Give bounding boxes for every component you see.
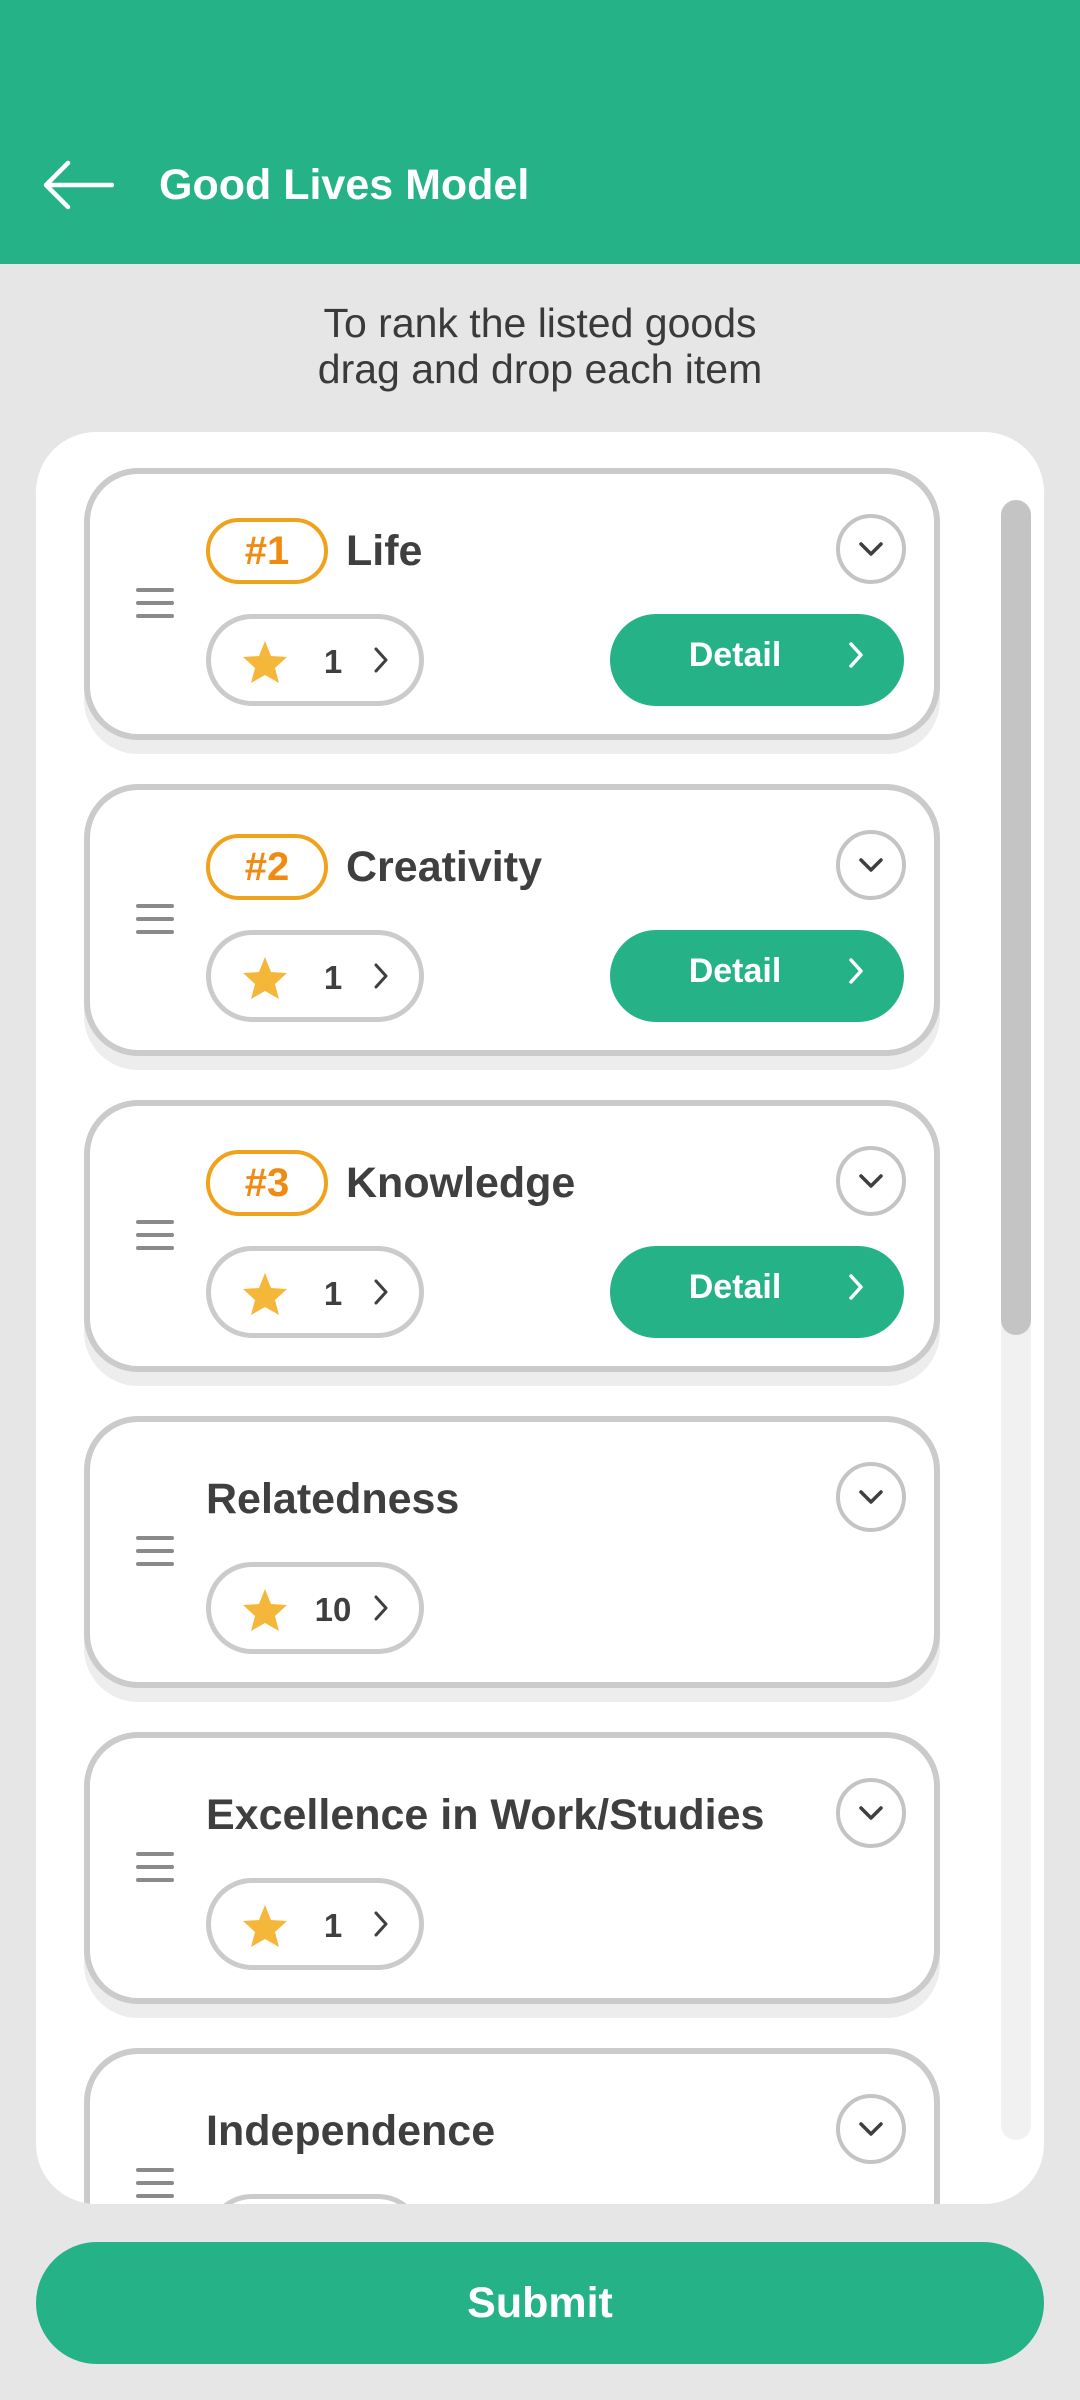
- detail-button-label: Detail: [688, 1268, 782, 1306]
- scrollbar[interactable]: [1001, 500, 1031, 2140]
- importance-value: 10: [314, 1591, 352, 1628]
- goods-card-relatedness[interactable]: Relatedness 10: [84, 1416, 940, 1688]
- expand-button[interactable]: [836, 830, 906, 900]
- detail-button[interactable]: Detail: [610, 930, 904, 1022]
- star-icon: [243, 1905, 287, 1947]
- chevron-down-icon: [859, 1806, 883, 1820]
- importance-rating-button[interactable]: 1: [206, 930, 424, 1022]
- detail-button[interactable]: Detail: [610, 614, 904, 706]
- importance-rating-button[interactable]: 1: [206, 1246, 424, 1338]
- star-icon: [243, 641, 287, 683]
- star-icon: [243, 1589, 287, 1631]
- scrollbar-thumb[interactable]: [1001, 500, 1031, 1335]
- chevron-right-icon: [374, 647, 388, 673]
- chevron-right-icon: [849, 958, 863, 984]
- goods-card-independence[interactable]: Independence: [84, 2048, 940, 2204]
- rank-badge: #2: [206, 834, 328, 900]
- goods-card-life[interactable]: #1 Life 1 Detail: [84, 468, 940, 740]
- rank-badge: #3: [206, 1150, 328, 1216]
- drag-handle-icon[interactable]: [136, 1536, 174, 1566]
- chevron-right-icon: [374, 963, 388, 989]
- star-icon: [243, 957, 287, 999]
- chevron-right-icon: [849, 642, 863, 668]
- drag-handle-icon[interactable]: [136, 904, 174, 934]
- goods-card-knowledge[interactable]: #3 Knowledge 1 Detail: [84, 1100, 940, 1372]
- importance-rating-button[interactable]: [206, 2194, 424, 2204]
- instruction-line-1: To rank the listed goods: [323, 300, 757, 346]
- importance-rating-button[interactable]: 1: [206, 1878, 424, 1970]
- importance-value: 1: [323, 643, 343, 680]
- expand-button[interactable]: [836, 2094, 906, 2164]
- goods-card-excellence[interactable]: Excellence in Work/Studies 1: [84, 1732, 940, 2004]
- back-button[interactable]: [40, 150, 116, 220]
- app-bar: Good Lives Model: [0, 0, 1080, 264]
- chevron-down-icon: [859, 2122, 883, 2136]
- detail-button-label: Detail: [688, 636, 782, 674]
- drag-handle-icon[interactable]: [136, 1852, 174, 1882]
- goods-list-panel: #1 Life 1 Detail #2 Creativity 1 Detail: [36, 432, 1044, 2204]
- chevron-right-icon: [374, 1595, 388, 1621]
- goods-name: Life: [346, 527, 423, 575]
- goods-name: Independence: [206, 2107, 496, 2155]
- drag-handle-icon[interactable]: [136, 1220, 174, 1250]
- chevron-down-icon: [859, 1174, 883, 1188]
- submit-button[interactable]: Submit: [36, 2242, 1044, 2364]
- goods-name: Relatedness: [206, 1475, 460, 1523]
- importance-value: 1: [323, 1907, 343, 1944]
- instruction-line-2: drag and drop each item: [317, 346, 763, 392]
- drag-handle-icon[interactable]: [136, 2168, 174, 2198]
- goods-card-creativity[interactable]: #2 Creativity 1 Detail: [84, 784, 940, 1056]
- chevron-right-icon: [374, 1279, 388, 1305]
- goods-name: Excellence in Work/Studies: [206, 1791, 765, 1839]
- chevron-down-icon: [859, 542, 883, 556]
- expand-button[interactable]: [836, 1146, 906, 1216]
- importance-rating-button[interactable]: 1: [206, 614, 424, 706]
- expand-button[interactable]: [836, 1462, 906, 1532]
- chevron-down-icon: [859, 858, 883, 872]
- chevron-right-icon: [849, 1274, 863, 1300]
- importance-rating-button[interactable]: 10: [206, 1562, 424, 1654]
- drag-handle-icon[interactable]: [136, 588, 174, 618]
- chevron-down-icon: [859, 1490, 883, 1504]
- expand-button[interactable]: [836, 514, 906, 584]
- detail-button[interactable]: Detail: [610, 1246, 904, 1338]
- goods-name: Knowledge: [346, 1159, 576, 1207]
- chevron-right-icon: [374, 1911, 388, 1937]
- page-title: Good Lives Model: [159, 161, 530, 209]
- instruction-text: To rank the listed goods drag and drop e…: [0, 300, 1080, 392]
- goods-name: Creativity: [346, 843, 542, 891]
- importance-value: 1: [323, 1275, 343, 1312]
- star-icon: [243, 1273, 287, 1315]
- importance-value: 1: [323, 959, 343, 996]
- expand-button[interactable]: [836, 1778, 906, 1848]
- detail-button-label: Detail: [688, 952, 782, 990]
- arrow-left-icon: [43, 160, 114, 210]
- rank-badge: #1: [206, 518, 328, 584]
